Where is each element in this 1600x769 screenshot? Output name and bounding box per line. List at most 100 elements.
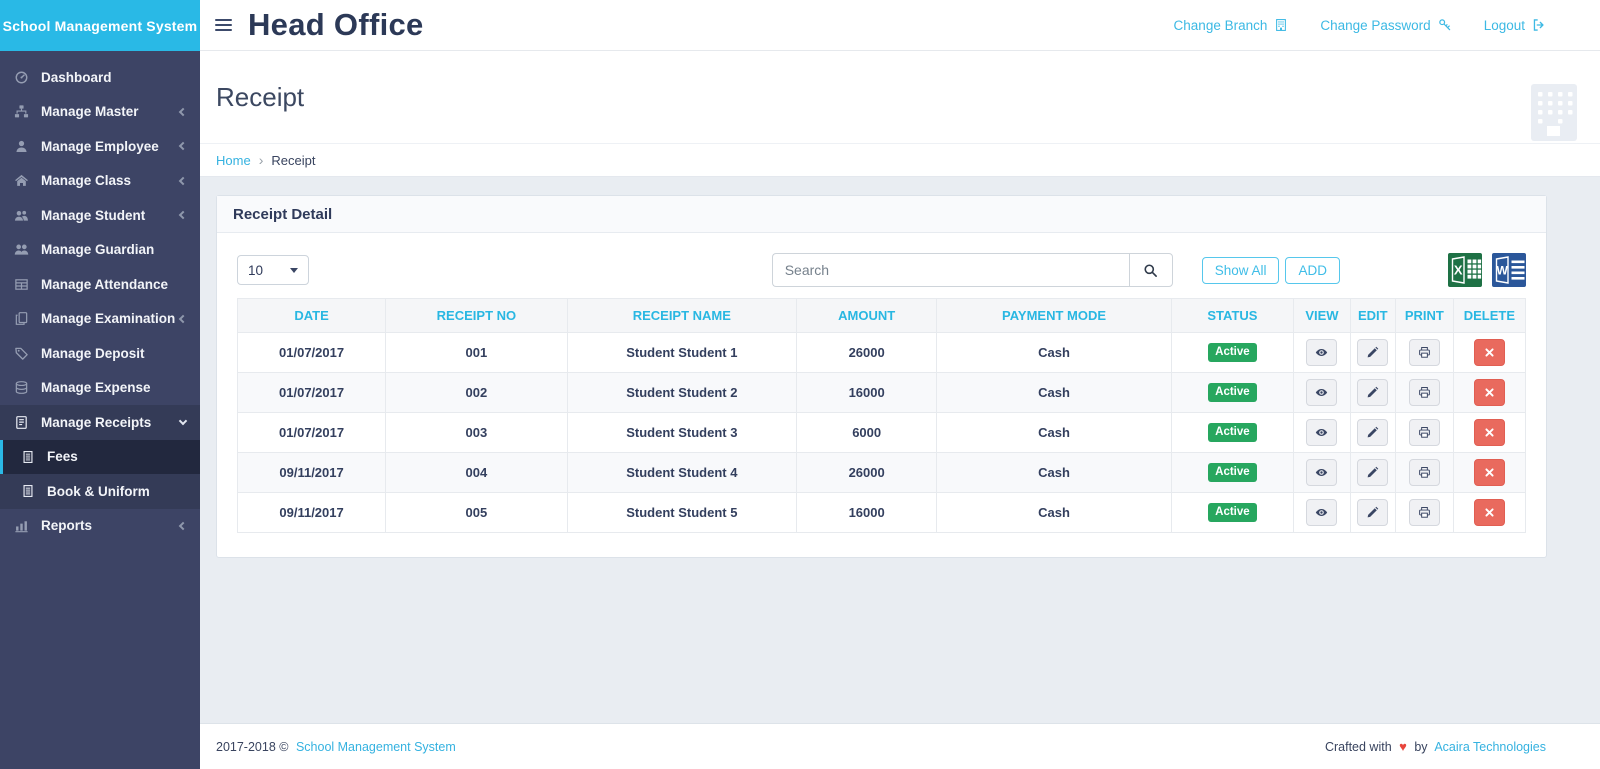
svg-text:W: W — [1497, 264, 1509, 278]
brand-title: School Management System — [0, 0, 200, 51]
search-group — [772, 253, 1173, 287]
col-receipt-name[interactable]: RECEIPT NAME — [567, 299, 796, 333]
sidebar-menu: Dashboard Manage Master Manage Employee … — [0, 51, 200, 543]
edit-button[interactable] — [1357, 499, 1388, 526]
content-area: Receipt Detail 10 Show All AD — [200, 177, 1600, 723]
col-amount[interactable]: AMOUNT — [796, 299, 936, 333]
edit-button[interactable] — [1357, 419, 1388, 446]
page-header: Receipt — [200, 51, 1600, 143]
building-watermark-icon — [1531, 84, 1577, 141]
pencil-icon — [1366, 466, 1379, 479]
chevron-left-icon — [179, 177, 187, 185]
col-receipt-no[interactable]: RECEIPT NO — [386, 299, 568, 333]
col-date[interactable]: DATE — [238, 299, 386, 333]
delete-button[interactable] — [1474, 459, 1505, 486]
printer-icon — [1418, 466, 1431, 479]
files-icon — [14, 311, 29, 326]
sidebar-item-book-uniform[interactable]: Book & Uniform — [0, 474, 200, 509]
logout-link[interactable]: Logout — [1484, 18, 1546, 33]
cell-date: 01/07/2017 — [238, 413, 386, 453]
pencil-icon — [1366, 386, 1379, 399]
x-icon — [1484, 467, 1495, 478]
sidebar-item-manage-deposit[interactable]: Manage Deposit — [0, 336, 200, 371]
printer-icon — [1418, 386, 1431, 399]
cell-payment-mode: Cash — [937, 413, 1171, 453]
breadcrumb-home-link[interactable]: Home — [216, 153, 251, 168]
sidebar-item-fees[interactable]: Fees — [0, 440, 200, 475]
printer-icon — [1418, 346, 1431, 359]
print-button[interactable] — [1409, 499, 1440, 526]
search-input[interactable] — [772, 253, 1129, 287]
printer-icon — [1418, 426, 1431, 439]
edit-button[interactable] — [1357, 459, 1388, 486]
eye-icon — [1315, 386, 1328, 399]
word-export-icon[interactable]: W — [1492, 253, 1526, 287]
footer: 2017-2018 © School Management System Cra… — [200, 723, 1600, 769]
view-button[interactable] — [1306, 499, 1337, 526]
print-button[interactable] — [1409, 379, 1440, 406]
col-print[interactable]: PRINT — [1395, 299, 1453, 333]
sidebar-item-manage-student[interactable]: Manage Student — [0, 198, 200, 233]
chevron-left-icon — [179, 315, 187, 323]
printer-icon — [1418, 506, 1431, 519]
view-button[interactable] — [1306, 339, 1337, 366]
sidebar-item-manage-master[interactable]: Manage Master — [0, 95, 200, 130]
print-button[interactable] — [1409, 459, 1440, 486]
col-status[interactable]: STATUS — [1171, 299, 1293, 333]
sidebar-item-dashboard[interactable]: Dashboard — [0, 60, 200, 95]
col-edit[interactable]: EDIT — [1350, 299, 1395, 333]
delete-button[interactable] — [1474, 379, 1505, 406]
delete-button[interactable] — [1474, 339, 1505, 366]
table-row: 09/11/2017 004 Student Student 4 26000 C… — [238, 453, 1526, 493]
sidebar-item-manage-guardian[interactable]: Manage Guardian — [0, 233, 200, 268]
show-all-button[interactable]: Show All — [1202, 257, 1280, 284]
table-body: 01/07/2017 001 Student Student 1 26000 C… — [238, 333, 1526, 533]
cell-receipt-no: 001 — [386, 333, 568, 373]
guardians-icon — [14, 242, 29, 257]
col-delete[interactable]: DELETE — [1453, 299, 1525, 333]
tag-icon — [14, 346, 29, 361]
cell-receipt-no: 002 — [386, 373, 568, 413]
cell-date: 01/07/2017 — [238, 333, 386, 373]
heart-icon: ♥ — [1399, 739, 1407, 754]
sidebar-item-manage-class[interactable]: Manage Class — [0, 164, 200, 199]
students-icon — [14, 208, 29, 223]
cell-receipt-name: Student Student 2 — [567, 373, 796, 413]
sidebar-item-manage-attendance[interactable]: Manage Attendance — [0, 267, 200, 302]
change-branch-link[interactable]: Change Branch — [1174, 18, 1289, 33]
edit-button[interactable] — [1357, 339, 1388, 366]
excel-export-icon[interactable]: X — [1448, 253, 1482, 287]
sidebar-item-manage-receipts[interactable]: Manage Receipts — [0, 405, 200, 440]
sidebar-item-manage-employee[interactable]: Manage Employee — [0, 129, 200, 164]
status-badge: Active — [1208, 423, 1257, 442]
sidebar-item-manage-examination[interactable]: Manage Examination — [0, 302, 200, 337]
delete-button[interactable] — [1474, 499, 1505, 526]
edit-button[interactable] — [1357, 379, 1388, 406]
print-button[interactable] — [1409, 419, 1440, 446]
chevron-left-icon — [179, 142, 187, 150]
delete-button[interactable] — [1474, 419, 1505, 446]
col-view[interactable]: VIEW — [1294, 299, 1351, 333]
cell-payment-mode: Cash — [937, 493, 1171, 533]
cell-amount: 6000 — [796, 413, 936, 453]
view-button[interactable] — [1306, 419, 1337, 446]
change-password-link[interactable]: Change Password — [1320, 18, 1451, 33]
page-size-select[interactable]: 10 — [237, 255, 309, 285]
hamburger-menu-icon[interactable] — [215, 19, 232, 31]
col-payment-mode[interactable]: PAYMENT MODE — [937, 299, 1171, 333]
pencil-icon — [1366, 506, 1379, 519]
view-button[interactable] — [1306, 459, 1337, 486]
footer-sms-link[interactable]: School Management System — [296, 740, 456, 754]
x-icon — [1484, 347, 1495, 358]
table-row: 01/07/2017 003 Student Student 3 6000 Ca… — [238, 413, 1526, 453]
view-button[interactable] — [1306, 379, 1337, 406]
print-button[interactable] — [1409, 339, 1440, 366]
sidebar-item-manage-expense[interactable]: Manage Expense — [0, 371, 200, 406]
footer-acaira-link[interactable]: Acaira Technologies — [1434, 740, 1546, 754]
receipt-file-icon — [14, 415, 29, 430]
sidebar-item-reports[interactable]: Reports — [0, 509, 200, 544]
add-button[interactable]: ADD — [1285, 257, 1340, 284]
cell-status: Active — [1171, 373, 1293, 413]
cell-receipt-name: Student Student 5 — [567, 493, 796, 533]
search-button[interactable] — [1129, 253, 1173, 287]
